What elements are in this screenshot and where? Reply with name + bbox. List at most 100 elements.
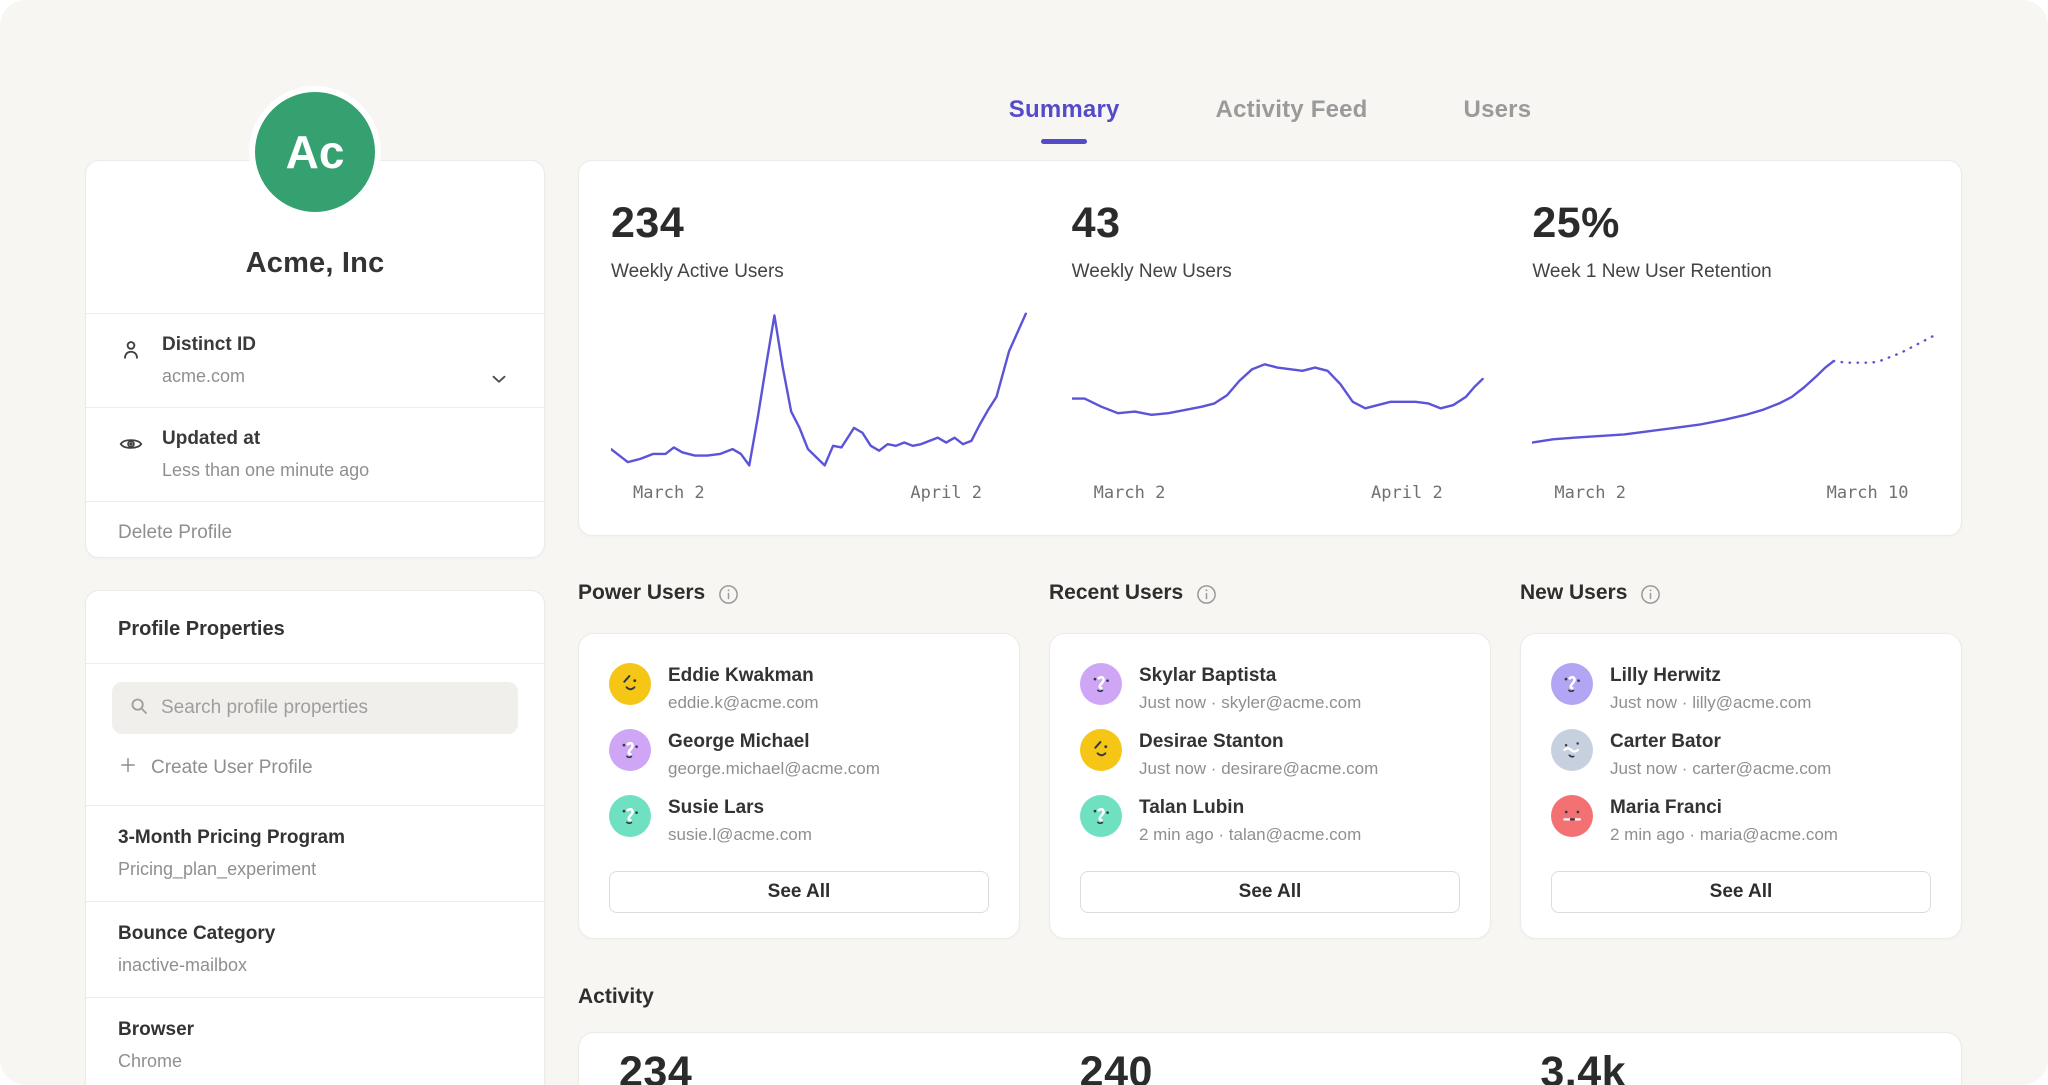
user-meta: Just now · carter@acme.com bbox=[1610, 759, 1831, 779]
info-icon[interactable] bbox=[1195, 583, 1218, 606]
stat-label: Week 1 New User Retention bbox=[1532, 261, 1951, 283]
avatar bbox=[1080, 663, 1122, 705]
user-lists-section: Power Users Eddie Kwakman eddie.k@acme.c… bbox=[578, 578, 1962, 939]
info-icon[interactable] bbox=[717, 583, 740, 606]
tab-bar: Summary Activity Feed Users bbox=[578, 96, 1962, 144]
create-user-profile-button[interactable]: Create User Profile bbox=[86, 734, 544, 806]
distinct-id-row: Distinct ID acme.com bbox=[86, 313, 544, 407]
avatar bbox=[1551, 795, 1593, 837]
squiggle-face-icon bbox=[617, 737, 644, 764]
activity-stat: 240 bbox=[1040, 1048, 1501, 1085]
user-row[interactable]: Skylar Baptista Just now · skyler@acme.c… bbox=[1080, 663, 1460, 713]
user-email: susie.l@acme.com bbox=[668, 825, 812, 845]
flat-face-icon bbox=[1559, 803, 1586, 830]
tab-summary[interactable]: Summary bbox=[1009, 96, 1120, 144]
user-name: Skylar Baptista bbox=[1139, 663, 1361, 687]
activity-section-title: Activity bbox=[578, 985, 654, 1009]
avatar bbox=[1080, 795, 1122, 837]
avatar bbox=[609, 795, 651, 837]
updated-at-label: Updated at bbox=[162, 428, 504, 450]
see-all-button[interactable]: See All bbox=[609, 871, 989, 913]
user-row[interactable]: Talan Lubin 2 min ago · talan@acme.com bbox=[1080, 795, 1460, 845]
user-name: Talan Lubin bbox=[1139, 795, 1361, 819]
plus-icon bbox=[118, 755, 138, 781]
x-tick-left: March 2 bbox=[633, 483, 705, 503]
list-title: Power Users bbox=[578, 581, 705, 605]
activity-stat: 234 bbox=[579, 1048, 1040, 1085]
list-title: New Users bbox=[1520, 581, 1627, 605]
delete-profile-button[interactable]: Delete Profile bbox=[86, 501, 544, 564]
recent-users-column: Recent Users Skylar Baptista Just now · … bbox=[1049, 578, 1491, 939]
user-name: George Michael bbox=[668, 729, 880, 753]
profile-properties-search bbox=[112, 682, 518, 734]
tab-activity-feed[interactable]: Activity Feed bbox=[1216, 96, 1368, 144]
tab-users[interactable]: Users bbox=[1464, 96, 1532, 144]
user-name: Desirae Stanton bbox=[1139, 729, 1378, 753]
avatar bbox=[1551, 663, 1593, 705]
new-users-card: Lilly Herwitz Just now · lilly@acme.com … bbox=[1520, 633, 1962, 939]
activity-card: 234 240 3.4k bbox=[578, 1032, 1962, 1085]
x-tick-right: April 2 bbox=[1371, 483, 1443, 503]
summary-stats-card: 234 Weekly Active Users March 2 April 2 … bbox=[578, 160, 1962, 536]
activity-stat-value: 240 bbox=[1080, 1048, 1501, 1085]
activity-stat-value: 3.4k bbox=[1540, 1048, 1961, 1085]
user-meta: Just now · lilly@acme.com bbox=[1610, 693, 1811, 713]
chevron-down-icon[interactable] bbox=[488, 368, 510, 390]
search-icon bbox=[128, 695, 150, 722]
x-tick-right: April 2 bbox=[910, 483, 982, 503]
updated-at-value: Less than one minute ago bbox=[162, 460, 504, 481]
sparkline-chart bbox=[1532, 304, 1951, 467]
eye-icon bbox=[118, 431, 144, 457]
list-title: Recent Users bbox=[1049, 581, 1183, 605]
stat-label: Weekly New Users bbox=[1072, 261, 1491, 283]
stat-label: Weekly Active Users bbox=[611, 261, 1030, 283]
power-users-column: Power Users Eddie Kwakman eddie.k@acme.c… bbox=[578, 578, 1020, 939]
user-row[interactable]: Desirae Stanton Just now · desirare@acme… bbox=[1080, 729, 1460, 779]
user-row[interactable]: George Michael george.michael@acme.com bbox=[609, 729, 989, 779]
sparkline-chart bbox=[1072, 304, 1491, 467]
user-row[interactable]: Eddie Kwakman eddie.k@acme.com bbox=[609, 663, 989, 713]
see-all-button[interactable]: See All bbox=[1551, 871, 1931, 913]
property-name: Bounce Category bbox=[118, 923, 512, 945]
x-tick-right: March 10 bbox=[1827, 483, 1909, 503]
squiggle-face-icon bbox=[617, 803, 644, 830]
property-row[interactable]: Browser Chrome bbox=[86, 998, 544, 1085]
new-users-column: New Users Lilly Herwitz Just now · lilly… bbox=[1520, 578, 1962, 939]
x-axis-labels: March 2 March 10 bbox=[1532, 475, 1951, 509]
info-icon[interactable] bbox=[1639, 583, 1662, 606]
updated-at-row: Updated at Less than one minute ago bbox=[86, 407, 544, 501]
search-input[interactable] bbox=[161, 697, 502, 719]
squiggle-face-icon bbox=[1088, 671, 1115, 698]
wink-face-icon bbox=[1088, 737, 1115, 764]
property-name: Browser bbox=[118, 1019, 512, 1041]
user-name: Susie Lars bbox=[668, 795, 812, 819]
avatar bbox=[1551, 729, 1593, 771]
create-user-profile-label: Create User Profile bbox=[151, 757, 313, 779]
activity-stat: 3.4k bbox=[1500, 1048, 1961, 1085]
user-row[interactable]: Lilly Herwitz Just now · lilly@acme.com bbox=[1551, 663, 1931, 713]
user-email: eddie.k@acme.com bbox=[668, 693, 819, 713]
avatar bbox=[609, 663, 651, 705]
see-all-button[interactable]: See All bbox=[1080, 871, 1460, 913]
activity-stat-value: 234 bbox=[619, 1048, 1040, 1085]
squiggle-face-icon bbox=[1088, 803, 1115, 830]
user-name: Carter Bator bbox=[1610, 729, 1831, 753]
power-users-card: Eddie Kwakman eddie.k@acme.com George Mi… bbox=[578, 633, 1020, 939]
sparkline-chart bbox=[611, 304, 1030, 467]
company-name: Acme, Inc bbox=[86, 247, 544, 280]
property-row[interactable]: 3-Month Pricing Program Pricing_plan_exp… bbox=[86, 806, 544, 902]
user-row[interactable]: Maria Franci 2 min ago · maria@acme.com bbox=[1551, 795, 1931, 845]
user-name: Eddie Kwakman bbox=[668, 663, 819, 687]
distinct-id-label: Distinct ID bbox=[162, 334, 504, 356]
stat-value: 234 bbox=[611, 199, 1030, 248]
app-frame: Ac Acme, Inc Distinct ID acme.com bbox=[0, 0, 2048, 1085]
property-row[interactable]: Bounce Category inactive-mailbox bbox=[86, 902, 544, 998]
user-name: Maria Franci bbox=[1610, 795, 1838, 819]
user-row[interactable]: Carter Bator Just now · carter@acme.com bbox=[1551, 729, 1931, 779]
person-icon bbox=[118, 337, 144, 363]
user-row[interactable]: Susie Lars susie.l@acme.com bbox=[609, 795, 989, 845]
company-avatar: Ac bbox=[249, 86, 381, 218]
property-name: 3-Month Pricing Program bbox=[118, 827, 512, 849]
distinct-id-value: acme.com bbox=[162, 366, 504, 387]
avatar bbox=[1080, 729, 1122, 771]
